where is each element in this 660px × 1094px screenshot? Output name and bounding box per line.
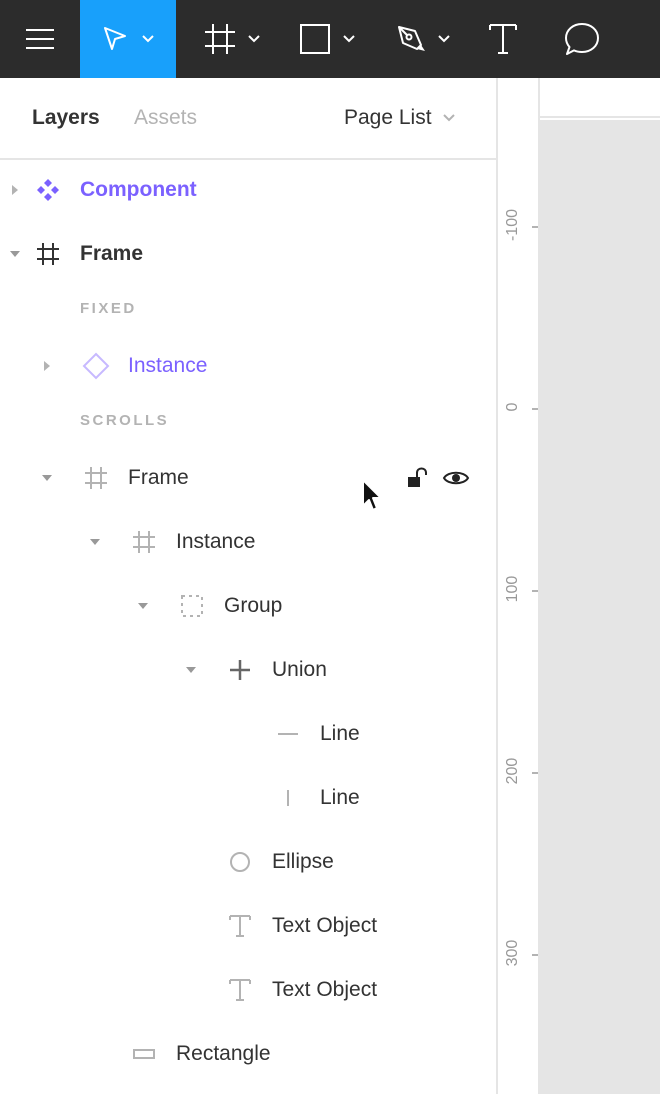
vertical-line-icon <box>273 766 303 830</box>
chevron-down-icon[interactable] <box>133 574 153 638</box>
rectangle-icon <box>129 1022 159 1086</box>
ellipse-icon <box>225 830 255 894</box>
layer-row-frame[interactable]: Frame <box>0 446 496 510</box>
ruler-tick <box>532 954 538 956</box>
frame-hash-icon <box>81 446 111 510</box>
layer-label: Instance <box>128 354 208 377</box>
layer-label: Frame <box>128 466 189 489</box>
layer-row-line[interactable]: Line <box>0 702 496 766</box>
layer-row-instance[interactable]: Instance <box>0 334 496 398</box>
tab-assets[interactable]: Assets <box>134 104 197 132</box>
layer-label: Group <box>224 594 283 617</box>
layer-row-text[interactable]: Text Object <box>0 894 496 958</box>
ruler-tick <box>532 226 538 228</box>
union-plus-icon <box>225 638 255 702</box>
chevron-down-icon[interactable] <box>181 638 201 702</box>
ruler-label: 100 <box>504 575 521 603</box>
layer-row-line[interactable]: Line <box>0 766 496 830</box>
layer-row-group[interactable]: Group <box>0 574 496 638</box>
layer-row-rectangle[interactable]: Rectangle <box>0 1022 496 1086</box>
chevron-down-icon[interactable] <box>37 446 57 510</box>
frame-hash-icon <box>205 24 235 54</box>
chevron-down-icon <box>248 35 260 43</box>
ruler-tick <box>532 408 538 410</box>
comment-bubble-icon <box>565 23 599 55</box>
text-icon <box>225 958 255 1022</box>
text-icon <box>225 894 255 958</box>
layer-label: Rectangle <box>176 1042 271 1065</box>
frame-tool-button[interactable] <box>196 0 268 78</box>
comment-tool-button[interactable] <box>554 0 610 78</box>
horizontal-line-icon <box>273 702 303 766</box>
component-icon <box>33 158 63 222</box>
section-scrolls-label: SCROLLS <box>80 412 170 429</box>
frame-hash-icon <box>129 510 159 574</box>
layer-label: Line <box>320 786 360 809</box>
section-fixed-label: FIXED <box>80 300 137 317</box>
layer-row-instance[interactable]: Instance <box>0 510 496 574</box>
group-dashed-icon <box>177 574 207 638</box>
layer-label: Frame <box>80 242 144 265</box>
layer-label: Union <box>272 658 327 681</box>
tab-layers[interactable]: Layers <box>32 104 100 132</box>
pen-icon <box>398 26 425 51</box>
frame-hash-icon <box>33 222 63 286</box>
layer-label: Text Object <box>272 978 378 1001</box>
layer-row-frame[interactable]: Frame <box>0 222 496 286</box>
move-pointer-icon <box>104 27 126 50</box>
ruler-label: 200 <box>504 757 521 785</box>
move-tool-button[interactable] <box>80 0 176 78</box>
chevron-down-icon[interactable] <box>85 510 105 574</box>
chevron-right-icon[interactable] <box>5 158 25 222</box>
pen-tool-button[interactable] <box>390 0 456 78</box>
layer-label: Component <box>80 178 197 201</box>
ruler-tick <box>532 772 538 774</box>
mouse-cursor-icon <box>360 478 388 523</box>
layer-row-union[interactable]: Union <box>0 638 496 702</box>
layer-label: Line <box>320 722 360 745</box>
layer-label: Ellipse <box>272 850 334 873</box>
hamburger-menu-icon <box>26 29 54 49</box>
canvas[interactable] <box>540 120 660 1094</box>
page-list-dropdown[interactable]: Page List <box>344 104 456 132</box>
ruler-corner <box>538 78 540 118</box>
layer-row-ellipse[interactable]: Ellipse <box>0 830 496 894</box>
chevron-down-icon <box>142 35 154 43</box>
chevron-down-icon <box>438 35 450 43</box>
rectangle-icon <box>300 24 330 54</box>
layer-row-component[interactable]: Component <box>0 158 496 222</box>
unlock-icon[interactable] <box>406 446 428 510</box>
eye-icon[interactable] <box>442 446 470 510</box>
chevron-down-icon <box>442 114 455 122</box>
shape-tool-button[interactable] <box>292 0 362 78</box>
ruler-label: -100 <box>504 208 521 242</box>
layer-label: Instance <box>176 530 256 553</box>
ruler-label: 300 <box>504 939 521 967</box>
instance-diamond-icon <box>81 334 111 398</box>
page-list-label: Page List <box>344 106 432 129</box>
ruler-label: 0 <box>504 402 521 412</box>
ruler-tick <box>532 590 538 592</box>
toolbar <box>0 0 660 78</box>
layer-label: Text Object <box>272 914 378 937</box>
menu-button[interactable] <box>0 0 80 78</box>
text-icon <box>489 24 517 54</box>
layer-row-text[interactable]: Text Object <box>0 958 496 1022</box>
chevron-down-icon <box>343 35 355 43</box>
chevron-down-icon[interactable] <box>5 222 25 286</box>
text-tool-button[interactable] <box>476 0 530 78</box>
chevron-right-icon[interactable] <box>37 334 57 398</box>
